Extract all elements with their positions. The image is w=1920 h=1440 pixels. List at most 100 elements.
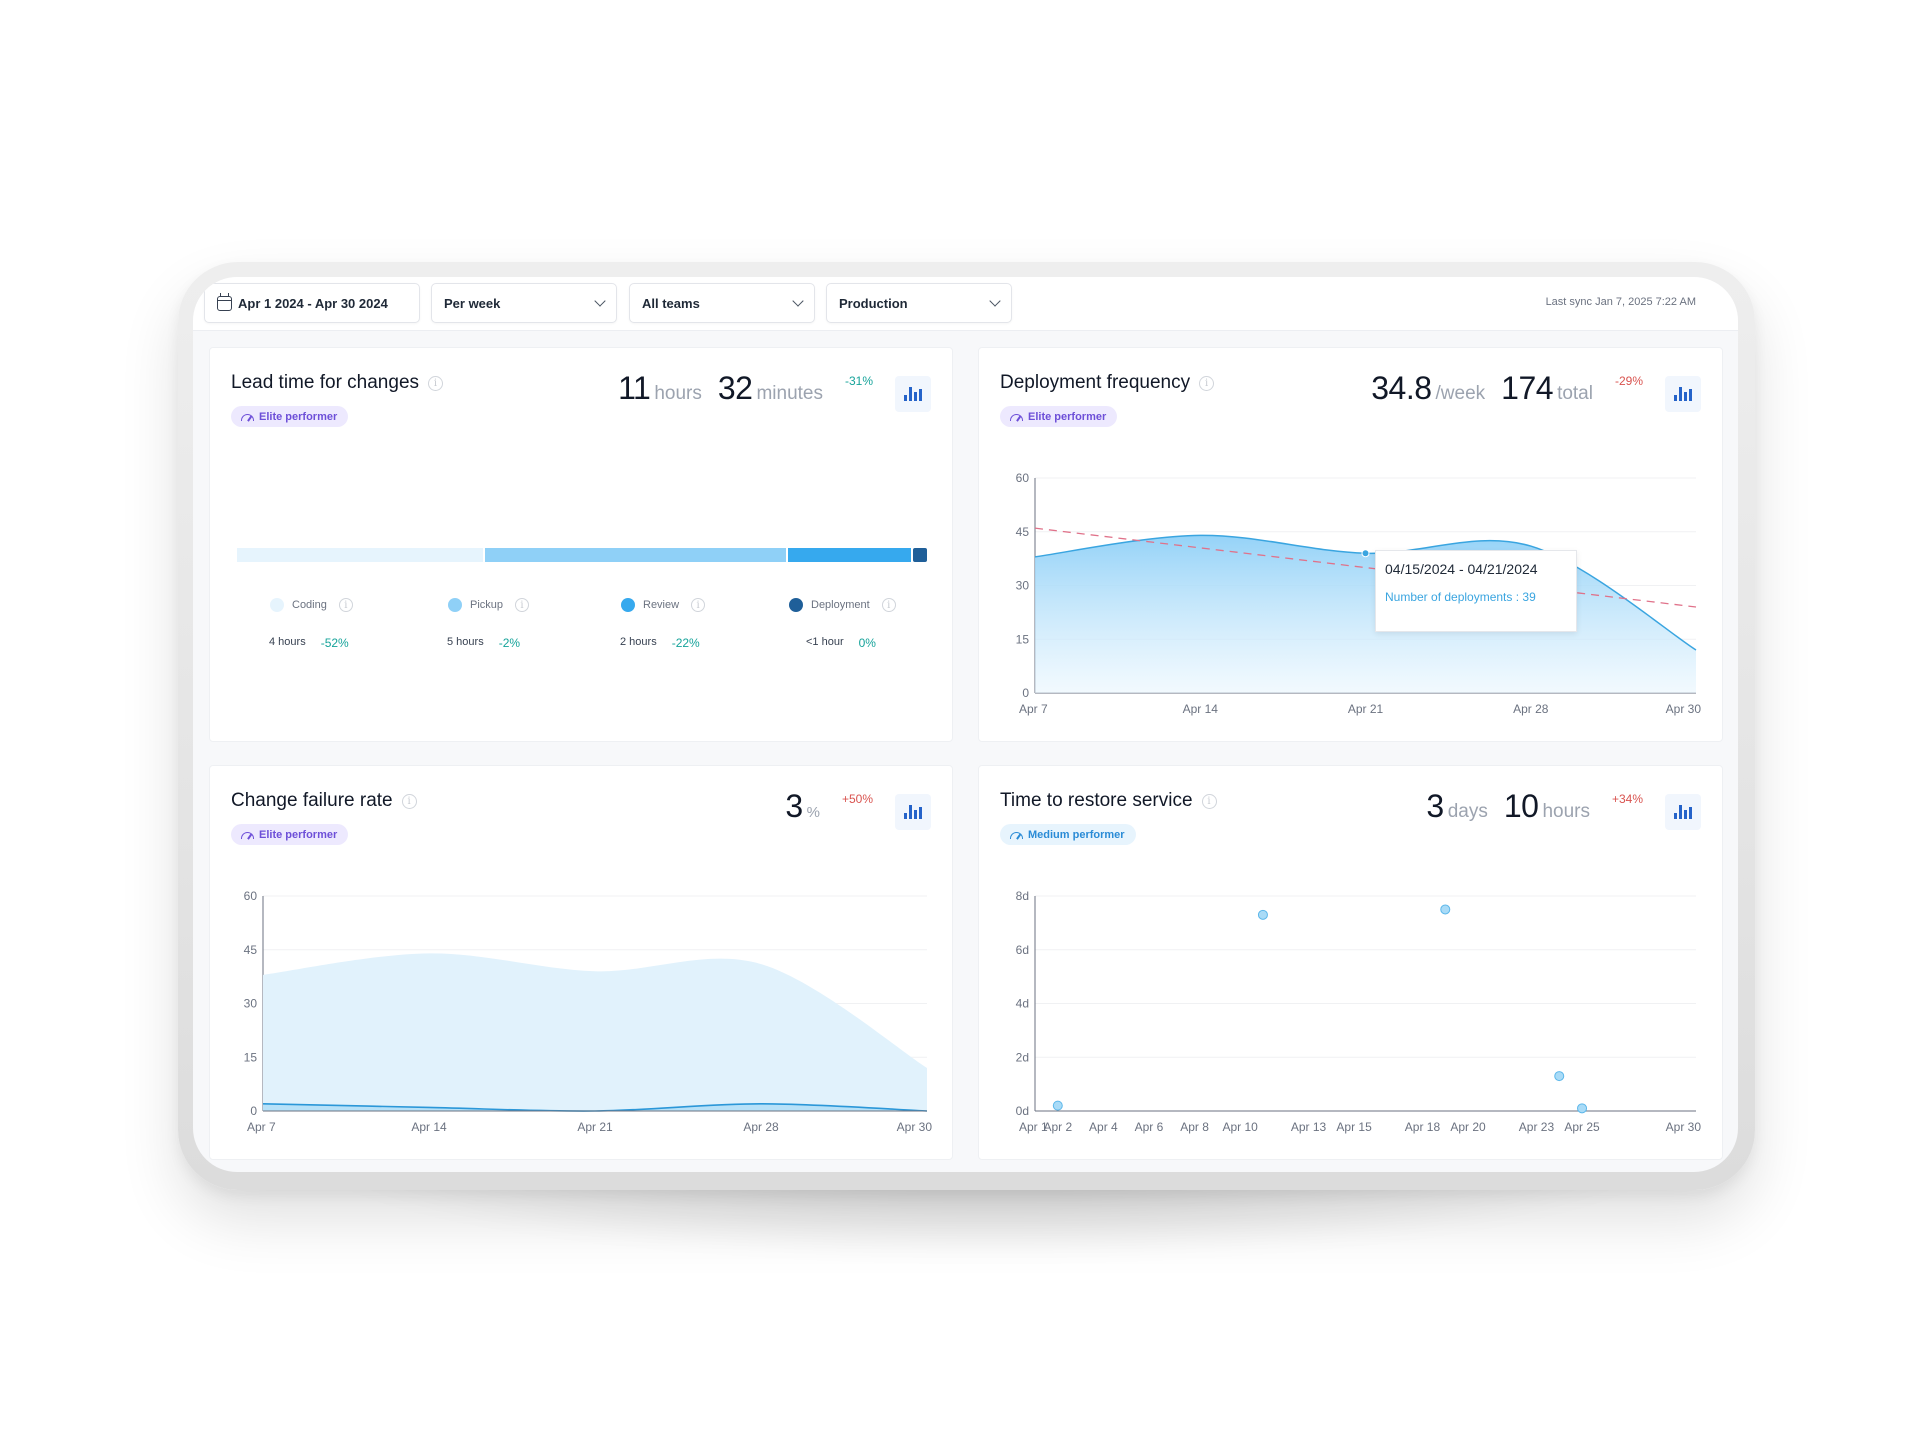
highlighted-point[interactable] xyxy=(1361,549,1370,558)
interval-select[interactable]: Per week xyxy=(431,283,617,323)
x-tick-label: Apr 25 xyxy=(1564,1120,1600,1134)
x-tick-label: Apr 7 xyxy=(1019,702,1048,716)
breakdown-segment-coding[interactable] xyxy=(237,548,484,562)
calendar-icon xyxy=(217,292,232,311)
legend-dot xyxy=(789,598,803,612)
x-tick-label: Apr 7 xyxy=(247,1120,276,1134)
lead-time-metric: 11 hours 32 minutes -31% xyxy=(618,370,952,412)
breakdown-segment-pickup[interactable] xyxy=(485,548,787,562)
deployments-area xyxy=(263,953,927,1111)
filter-bar: Apr 1 2024 - Apr 30 2024 Per week All te… xyxy=(193,277,1738,331)
y-tick-label: 30 xyxy=(1016,579,1030,593)
metric-value-minutes: 32 xyxy=(717,370,753,406)
y-tick-label: 30 xyxy=(244,997,258,1011)
date-range-picker[interactable]: Apr 1 2024 - Apr 30 2024 xyxy=(204,283,420,323)
interval-label: Per week xyxy=(444,295,501,311)
x-tick-label: Apr 2 xyxy=(1043,1120,1072,1134)
last-sync-text: Last sync Jan 7, 2025 7:22 AM xyxy=(1545,296,1696,308)
gauge-icon xyxy=(241,414,254,421)
x-tick-label: Apr 20 xyxy=(1450,1120,1486,1134)
y-tick-label: 15 xyxy=(244,1050,258,1064)
team-select[interactable]: All teams xyxy=(629,283,815,323)
breakdown-segment-review[interactable] xyxy=(788,548,912,562)
metric-unit: hours xyxy=(654,383,702,404)
chevron-down-icon xyxy=(792,295,804,307)
legend-label: Pickup xyxy=(470,599,504,611)
y-tick-label: 15 xyxy=(1016,632,1030,646)
stage-duration: <1 hour xyxy=(806,636,844,648)
chart-view-button[interactable] xyxy=(895,376,931,412)
info-icon[interactable]: i xyxy=(428,375,444,391)
bar-chart-icon-bar xyxy=(914,392,917,401)
time-to-restore-card: Time to restore service i Medium perform… xyxy=(978,765,1723,1160)
restore-point[interactable] xyxy=(1554,1071,1565,1082)
y-tick-label: 60 xyxy=(244,889,258,903)
x-tick-label: Apr 15 xyxy=(1336,1120,1372,1134)
x-tick-label: Apr 28 xyxy=(1513,702,1549,716)
x-tick-label: Apr 30 xyxy=(1666,1120,1702,1134)
legend-item-review: Review i xyxy=(621,598,706,612)
y-tick-label: 45 xyxy=(244,943,258,957)
legend-label: Review xyxy=(643,599,680,611)
x-tick-label: Apr 13 xyxy=(1291,1120,1327,1134)
x-tick-label: Apr 21 xyxy=(1348,702,1384,716)
x-tick-label: Apr 14 xyxy=(1183,702,1219,716)
info-icon[interactable]: i xyxy=(881,598,896,612)
breakdown-segment-deployment[interactable] xyxy=(913,548,927,562)
deployment-frequency-chart: 0 15 30 45 60 Apr 7 Apr 14 Apr 21 Apr 28 Apr 30 xyxy=(1016,471,1702,716)
stage-duration: 2 hours xyxy=(620,636,657,648)
legend-dot xyxy=(621,598,635,612)
stage-delta: -22% xyxy=(671,636,700,650)
tooltip-value: Number of deployments : 39 xyxy=(1385,590,1536,604)
card-title-text: Lead time for changes xyxy=(231,372,420,393)
restore-point[interactable] xyxy=(1440,904,1451,915)
legend-item-coding: Coding i xyxy=(270,598,353,612)
stage-value: 2 hours -22% xyxy=(620,636,700,650)
tooltip-title: 04/15/2024 - 04/21/2024 xyxy=(1385,561,1538,577)
stage-value: <1 hour 0% xyxy=(806,636,876,650)
chevron-down-icon xyxy=(594,295,606,307)
y-tick-label: 0d xyxy=(1016,1104,1029,1118)
restore-point[interactable] xyxy=(1052,1100,1063,1111)
x-tick-label: Apr 28 xyxy=(743,1120,779,1134)
y-tick-label: 0 xyxy=(1022,686,1029,700)
x-tick-label: Apr 6 xyxy=(1135,1120,1164,1134)
badge-label: Elite performer xyxy=(259,410,338,423)
legend-item-pickup: Pickup i xyxy=(448,598,530,612)
x-tick-label: Apr 14 xyxy=(411,1120,447,1134)
team-label: All teams xyxy=(642,295,700,311)
info-icon[interactable]: i xyxy=(338,598,353,612)
lead-time-breakdown-bar xyxy=(237,548,927,562)
x-tick-label: Apr 18 xyxy=(1405,1120,1441,1134)
chart-tooltip: 04/15/2024 - 04/21/2024 Number of deploy… xyxy=(1375,550,1577,632)
restore-point[interactable] xyxy=(1577,1103,1588,1114)
x-tick-label: Apr 23 xyxy=(1519,1120,1555,1134)
stage-delta: -52% xyxy=(320,636,349,650)
time-to-restore-chart: 0d2d4d6d8dApr 1Apr 2 Apr 4 Apr 6 Apr 8 Apr 1… xyxy=(1016,889,1702,1134)
info-icon[interactable]: i xyxy=(691,598,706,612)
stage-value: 5 hours -2% xyxy=(447,636,520,650)
y-tick-label: 6d xyxy=(1016,943,1029,957)
bar-chart-icon xyxy=(904,395,907,401)
bar-chart-icon-bar xyxy=(919,389,922,401)
y-tick-label: 4d xyxy=(1016,997,1029,1011)
stage-value: 4 hours -52% xyxy=(269,636,349,650)
stage-duration: 4 hours xyxy=(269,636,306,648)
lead-time-card: Lead time for changes i Elite performer … xyxy=(209,347,953,742)
environment-label: Production xyxy=(839,295,908,311)
performance-badge: Elite performer xyxy=(231,406,349,427)
stage-delta: -2% xyxy=(498,636,521,650)
y-tick-label: 45 xyxy=(1016,525,1030,539)
legend-dot xyxy=(448,598,462,612)
dashboard-screen: Apr 1 2024 - Apr 30 2024 Per week All te… xyxy=(193,277,1738,1172)
bar-chart-icon-bar xyxy=(909,387,912,401)
legend-item-deployment: Deployment i xyxy=(789,598,896,612)
restore-point[interactable] xyxy=(1257,909,1268,920)
metric-delta: -31% xyxy=(844,374,873,388)
environment-select[interactable]: Production xyxy=(826,283,1012,323)
metric-value-hours: 11 xyxy=(618,370,651,406)
x-tick-label: Apr 30 xyxy=(897,1120,933,1134)
info-icon[interactable]: i xyxy=(515,598,530,612)
x-tick-label: Apr 21 xyxy=(577,1120,613,1134)
legend-dot xyxy=(270,598,284,612)
